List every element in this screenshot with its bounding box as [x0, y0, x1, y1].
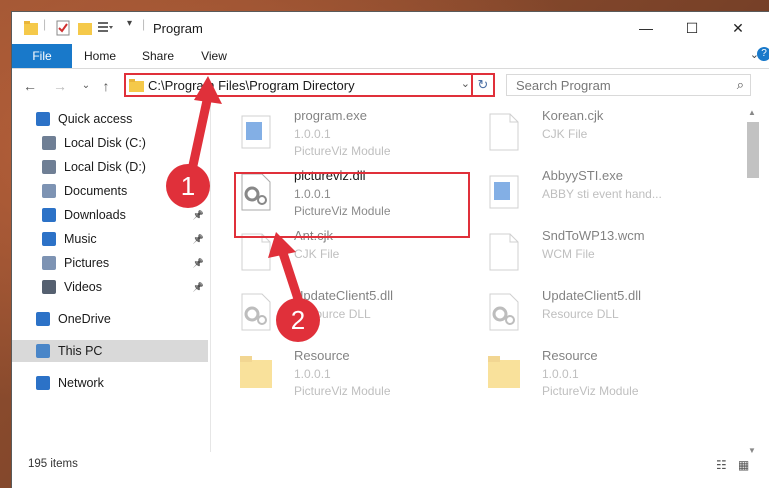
callout-1: 1: [166, 164, 210, 208]
callout-2: 2: [276, 298, 320, 342]
annotation-arrows: [187, 76, 305, 307]
